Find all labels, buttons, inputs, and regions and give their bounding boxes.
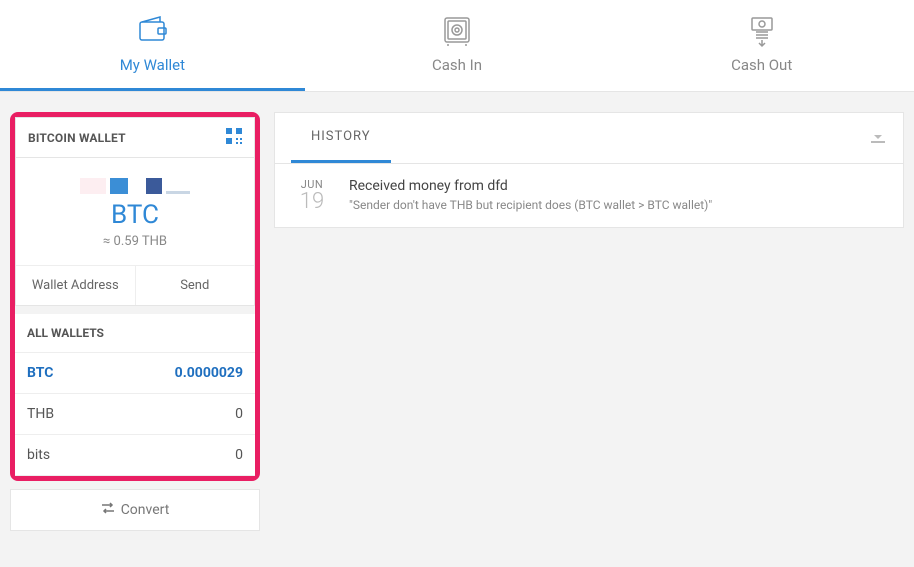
wallet-row-name: bits bbox=[27, 447, 50, 463]
wallet-row-thb[interactable]: THB 0 bbox=[15, 394, 255, 435]
download-icon[interactable] bbox=[869, 127, 887, 149]
swap-icon bbox=[101, 502, 115, 518]
all-wallets-title: ALL WALLETS bbox=[15, 306, 255, 353]
approx-value: ≈ 0.59 THB bbox=[26, 234, 244, 249]
wallet-row-value: 0.0000029 bbox=[175, 365, 243, 381]
history-tab[interactable]: HISTORY bbox=[291, 113, 391, 163]
qr-code-icon[interactable] bbox=[226, 128, 242, 147]
wallet-row-name: BTC bbox=[27, 365, 53, 381]
wallet-address-button[interactable]: Wallet Address bbox=[16, 266, 136, 305]
send-button[interactable]: Send bbox=[136, 266, 255, 305]
wallet-row-btc[interactable]: BTC 0.0000029 bbox=[15, 353, 255, 394]
wallet-icon bbox=[132, 10, 172, 50]
main-currency-label: BTC bbox=[26, 200, 244, 230]
wallet-row-name: THB bbox=[27, 406, 54, 422]
safe-icon bbox=[437, 10, 477, 50]
wallet-row-bits[interactable]: bits 0 bbox=[15, 435, 255, 476]
history-item-desc: "Sender don't have THB but recipient doe… bbox=[349, 198, 883, 212]
history-item-title: Received money from dfd bbox=[349, 178, 883, 194]
wallet-row-value: 0 bbox=[235, 406, 243, 422]
nav-label-my-wallet: My Wallet bbox=[120, 56, 185, 74]
nav-label-cash-in: Cash In bbox=[432, 56, 482, 74]
cash-out-icon bbox=[742, 10, 782, 50]
history-item[interactable]: JUN 19 Received money from dfd "Sender d… bbox=[275, 164, 903, 227]
nav-tab-cash-out[interactable]: Cash Out bbox=[609, 0, 914, 91]
nav-tab-my-wallet[interactable]: My Wallet bbox=[0, 0, 305, 91]
top-nav: My Wallet Cash In Cash Out bbox=[0, 0, 914, 92]
convert-button[interactable]: Convert bbox=[10, 489, 260, 531]
wallet-row-value: 0 bbox=[235, 447, 243, 463]
history-item-day: 19 bbox=[295, 191, 329, 213]
bitcoin-wallet-title: BITCOIN WALLET bbox=[28, 131, 126, 145]
redacted-balance bbox=[26, 178, 244, 194]
highlighted-wallet-area: BITCOIN WALLET BTC ≈ 0.59 THB bbox=[10, 112, 260, 481]
convert-label: Convert bbox=[121, 502, 170, 518]
nav-label-cash-out: Cash Out bbox=[731, 56, 792, 74]
nav-tab-cash-in[interactable]: Cash In bbox=[305, 0, 610, 91]
